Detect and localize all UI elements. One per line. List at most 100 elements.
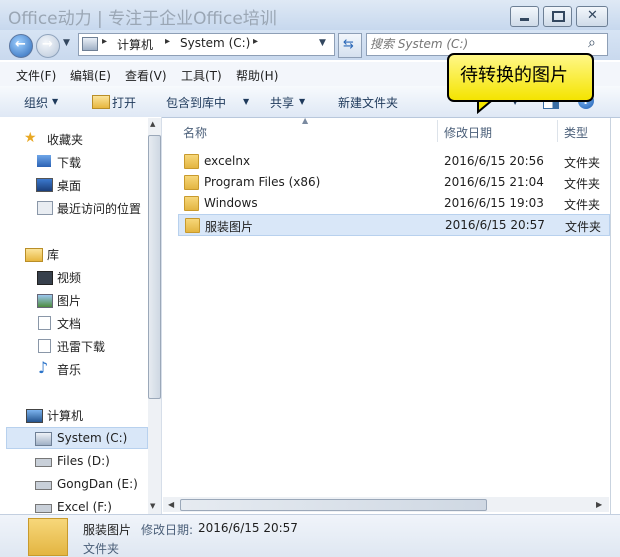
desktop-icon <box>36 178 53 192</box>
column-divider[interactable] <box>437 120 438 142</box>
details-date: 2016/6/15 20:57 <box>198 521 298 535</box>
file-horizontal-scrollbar-thumb[interactable] <box>180 499 487 511</box>
column-name[interactable]: 名称 <box>183 124 207 141</box>
system-drive-icon <box>35 432 52 446</box>
annotation-callout-text: 待转换的图片 <box>460 65 568 86</box>
open-folder-icon <box>92 95 110 109</box>
downloads-icon <box>37 155 51 167</box>
search-icon[interactable]: ⌕ <box>588 35 596 51</box>
column-divider[interactable] <box>557 120 558 142</box>
nav-recent-places[interactable]: 最近访问的位置 <box>57 200 141 217</box>
menu-file[interactable]: 文件(F) <box>16 67 56 84</box>
open-button[interactable]: 打开 <box>112 94 136 111</box>
nav-favorites[interactable]: 收藏夹 <box>47 131 83 148</box>
favorites-star-icon: ★ <box>24 130 37 146</box>
music-note-icon: ♪ <box>38 358 49 377</box>
maximize-button[interactable] <box>543 6 572 27</box>
new-folder-button[interactable]: 新建文件夹 <box>338 94 398 111</box>
share-button[interactable]: 共享 <box>270 94 294 111</box>
library-icon <box>25 248 43 262</box>
file-date: 2016/6/15 20:57 <box>445 218 545 232</box>
pictures-icon <box>37 294 53 308</box>
sort-arrow-icon: ▲ <box>302 116 309 125</box>
nav-documents[interactable]: 文档 <box>57 315 81 332</box>
nav-scrollbar-thumb[interactable] <box>148 135 161 399</box>
file-type: 文件夹 <box>565 220 602 234</box>
thunder-download-icon <box>38 339 51 353</box>
file-type: 文件夹 <box>564 156 601 170</box>
file-pane-border <box>610 118 611 514</box>
nav-music[interactable]: 音乐 <box>57 361 81 378</box>
nav-drive-e[interactable]: GongDan (E:) <box>57 477 138 491</box>
file-row[interactable]: Program Files (x86) 2016/6/15 21:04 文件夹 <box>178 172 608 192</box>
organize-button[interactable]: 组织 <box>24 94 48 111</box>
column-date-modified[interactable]: 修改日期 <box>444 124 492 141</box>
nav-drive-d[interactable]: Files (D:) <box>57 454 110 468</box>
file-row[interactable]: Windows 2016/6/15 19:03 文件夹 <box>178 193 608 213</box>
file-name: excelnx <box>204 154 251 168</box>
details-name: 服装图片 <box>83 523 132 537</box>
close-button[interactable]: ✕ <box>576 6 608 27</box>
scroll-up-icon[interactable]: ▲ <box>150 120 155 128</box>
refresh-button[interactable]: ⇆ <box>338 33 362 58</box>
file-date: 2016/6/15 19:03 <box>444 196 544 210</box>
folder-icon <box>185 218 200 233</box>
video-icon <box>37 271 53 285</box>
maximize-icon <box>552 11 565 22</box>
nav-thunder-downloads[interactable]: 迅雷下载 <box>57 338 105 355</box>
scroll-left-icon[interactable]: ◀ <box>168 500 174 509</box>
nav-computer[interactable]: 计算机 <box>47 407 83 424</box>
nav-pictures[interactable]: 图片 <box>57 292 81 309</box>
menu-view[interactable]: 查看(V) <box>125 67 167 84</box>
chevron-down-icon: ▼ <box>243 97 250 106</box>
file-date: 2016/6/15 21:04 <box>444 175 544 189</box>
selected-folder-thumbnail-icon <box>28 518 68 556</box>
breadcrumb-computer[interactable]: 计算机 <box>117 36 153 53</box>
refresh-icon: ⇆ <box>343 37 354 52</box>
forward-button[interactable]: → <box>36 34 60 58</box>
search-input[interactable] <box>370 35 582 52</box>
nav-drive-f[interactable]: Excel (F:) <box>57 500 112 514</box>
scroll-down-icon[interactable]: ▼ <box>150 502 155 510</box>
file-type: 文件夹 <box>564 198 601 212</box>
menu-edit[interactable]: 编辑(E) <box>70 67 111 84</box>
breadcrumb-separator-icon[interactable]: ▸ <box>102 36 107 47</box>
nav-desktop[interactable]: 桌面 <box>57 177 81 194</box>
breadcrumb-system-drive[interactable]: System (C:) <box>180 36 250 50</box>
recent-pages-chevron-icon[interactable]: ▼ <box>63 38 70 48</box>
file-type: 文件夹 <box>564 177 601 191</box>
column-type[interactable]: 类型 <box>564 124 588 141</box>
nav-drive-c[interactable]: System (C:) <box>57 431 127 445</box>
menu-tools[interactable]: 工具(T) <box>181 67 222 84</box>
breadcrumb-separator-icon[interactable]: ▸ <box>253 36 258 47</box>
details-date-label: 修改日期: <box>141 523 194 537</box>
drive-d-icon <box>35 458 52 467</box>
nav-videos[interactable]: 视频 <box>57 269 81 286</box>
back-button[interactable]: ← <box>9 34 33 58</box>
computer-drive-icon <box>82 37 98 51</box>
minimize-button[interactable] <box>510 6 539 27</box>
file-name: 服装图片 <box>205 220 254 234</box>
chevron-down-icon: ▼ <box>299 97 306 106</box>
nav-libraries[interactable]: 库 <box>47 246 59 263</box>
forward-arrow-icon: → <box>42 37 53 52</box>
address-dropdown-icon[interactable]: ▼ <box>319 38 326 48</box>
minimize-icon <box>520 18 529 21</box>
menu-help[interactable]: 帮助(H) <box>236 67 278 84</box>
folder-icon <box>184 175 199 190</box>
back-arrow-icon: ← <box>15 37 26 52</box>
folder-icon <box>184 154 199 169</box>
chevron-down-icon: ▼ <box>52 97 59 106</box>
folder-icon <box>184 196 199 211</box>
file-row[interactable]: excelnx 2016/6/15 20:56 文件夹 <box>178 151 608 171</box>
scroll-right-icon[interactable]: ▶ <box>596 500 602 509</box>
file-row-selected[interactable]: 服装图片 2016/6/15 20:57 文件夹 <box>178 214 610 236</box>
file-date: 2016/6/15 20:56 <box>444 154 544 168</box>
nav-downloads[interactable]: 下载 <box>57 154 81 171</box>
computer-icon <box>26 409 43 423</box>
include-in-library-button[interactable]: 包含到库中 <box>166 94 226 111</box>
recent-places-icon <box>37 201 53 215</box>
file-name: Windows <box>204 196 258 210</box>
file-name: Program Files (x86) <box>204 175 321 189</box>
breadcrumb-separator-icon[interactable]: ▸ <box>165 36 170 47</box>
